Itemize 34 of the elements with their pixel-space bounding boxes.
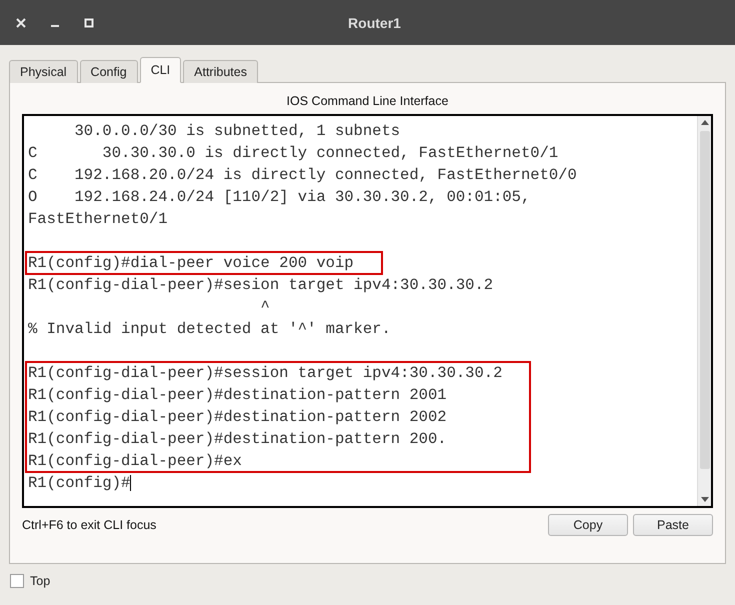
maximize-icon[interactable] <box>82 16 96 30</box>
terminal-line: R1(config-dial-peer)#destination-pattern 200. <box>28 429 448 450</box>
tab[interactable]: Physical <box>9 60 78 83</box>
scroll-down-icon[interactable] <box>700 497 708 502</box>
terminal-line: O 192.168.24.0/24 [110/2] via 30.30.30.2, 00:01:05, <box>28 187 532 208</box>
terminal-line: 30.0.0.0/30 is subnetted, 1 subnets <box>74 121 402 142</box>
terminal-line: R1(config-dial-peer)#session target ipv4:30.30.30.2 <box>28 363 502 384</box>
close-icon[interactable] <box>14 16 28 30</box>
terminal-line: R1(config-dial-peer)#sesion target ipv4:30.30.30.2 <box>28 275 494 296</box>
focus-hint: Ctrl+F6 to exit CLI focus <box>22 518 158 532</box>
tab[interactable]: CLI <box>140 57 182 83</box>
scrollbar[interactable] <box>697 116 711 506</box>
terminal-area[interactable] <box>22 114 713 508</box>
text-cursor <box>130 474 132 491</box>
terminal-line: C 30.30.30.0 is directly connected, FastEthernet0/1 <box>28 143 560 164</box>
paste-button[interactable]: Paste <box>633 514 713 536</box>
terminal-line: R1(config)#dial-peer voice 200 voip <box>28 253 354 274</box>
tab[interactable]: Attributes <box>183 60 258 83</box>
copy-button[interactable]: Copy <box>548 514 628 536</box>
window-title: Router1 <box>348 14 401 30</box>
terminal-line: R1(config-dial-peer)#ex <box>28 451 243 472</box>
terminal-line: % Invalid input detected at '^' marker. <box>28 319 392 340</box>
terminal-line: FastEthernet0/1 <box>28 209 169 230</box>
panel-heading: IOS Command Line Interface <box>286 93 450 110</box>
checkbox-label: Top <box>30 574 50 588</box>
scroll-up-icon[interactable] <box>700 120 708 125</box>
tab[interactable]: Config <box>80 60 138 83</box>
checkbox[interactable] <box>10 574 24 588</box>
terminal-line: C 192.168.20.0/24 is directly connected, FastEthernet0/0 <box>28 165 577 186</box>
scroll-thumb[interactable] <box>700 131 710 469</box>
terminal-line: R1(config-dial-peer)#destination-pattern 2002 <box>28 407 448 428</box>
terminal-line: R1(config-dial-peer)#destination-pattern 2001 <box>28 385 448 406</box>
terminal-line: ^ <box>260 297 271 318</box>
terminal-line: R1(config)# <box>28 473 132 494</box>
